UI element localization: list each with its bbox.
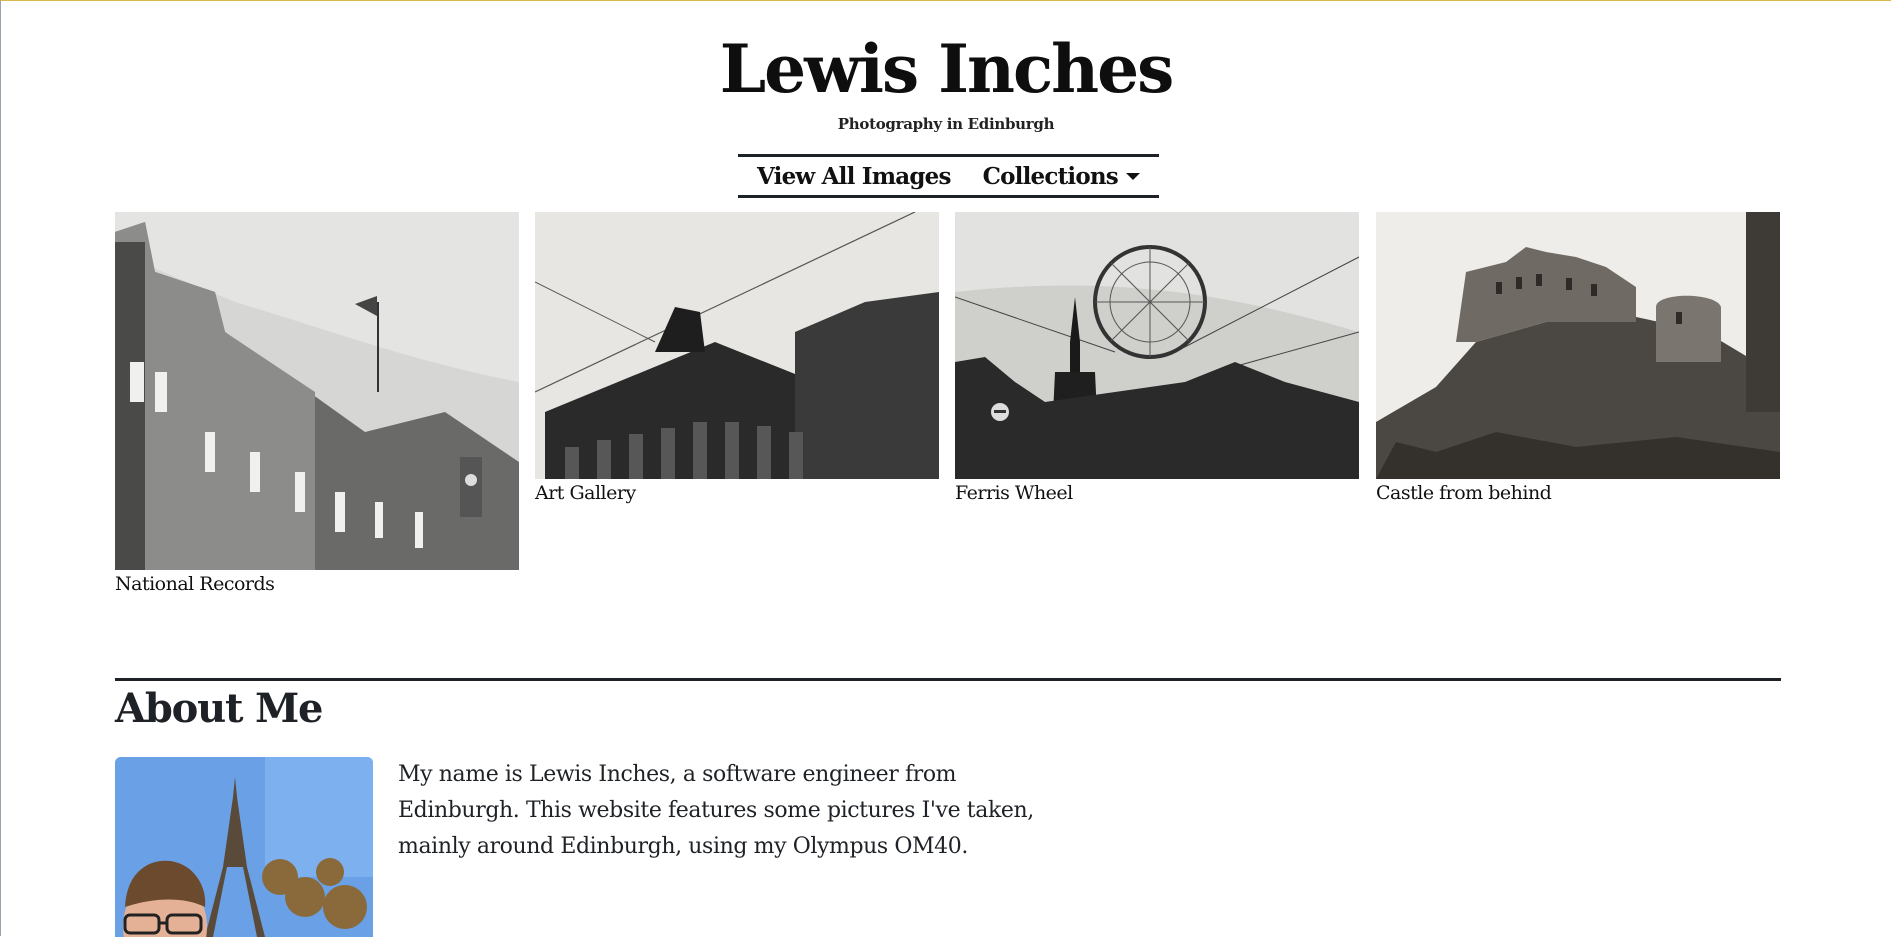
about-heading: About Me	[115, 685, 323, 732]
photo-ferris-wheel[interactable]	[955, 212, 1359, 479]
gallery-card-national-records[interactable]: National Records	[115, 212, 519, 595]
caption-national-records: National Records	[115, 573, 275, 595]
nav-view-all-images[interactable]: View All Images	[757, 163, 951, 190]
nav-collections-dropdown[interactable]: Collections	[983, 163, 1140, 190]
photo-castle[interactable]	[1376, 212, 1780, 479]
caret-down-icon	[1125, 172, 1140, 180]
gallery-card-art-gallery[interactable]: Art Gallery	[535, 212, 939, 504]
nav-view-all-images-label: View All Images	[757, 162, 951, 190]
about-text: My name is Lewis Inches, a software engi…	[398, 762, 1034, 859]
section-divider	[115, 678, 1781, 681]
site-subtitle: Photography in Edinburgh	[837, 115, 1055, 133]
caption-ferris-wheel: Ferris Wheel	[955, 482, 1073, 504]
photo-art-gallery[interactable]	[535, 212, 939, 479]
site-header: Lewis Inches Photography in Edinburgh	[1, 29, 1891, 133]
avatar	[115, 757, 373, 937]
main-nav: View All Images Collections	[738, 154, 1159, 198]
nav-collections-label: Collections	[982, 162, 1119, 190]
site-title: Lewis Inches	[719, 30, 1175, 108]
gallery-card-castle[interactable]: Castle from behind	[1376, 212, 1780, 504]
caption-art-gallery: Art Gallery	[535, 482, 636, 504]
caption-castle: Castle from behind	[1376, 482, 1552, 504]
photo-national-records[interactable]	[115, 212, 519, 570]
gallery-card-ferris-wheel[interactable]: Ferris Wheel	[955, 212, 1359, 504]
